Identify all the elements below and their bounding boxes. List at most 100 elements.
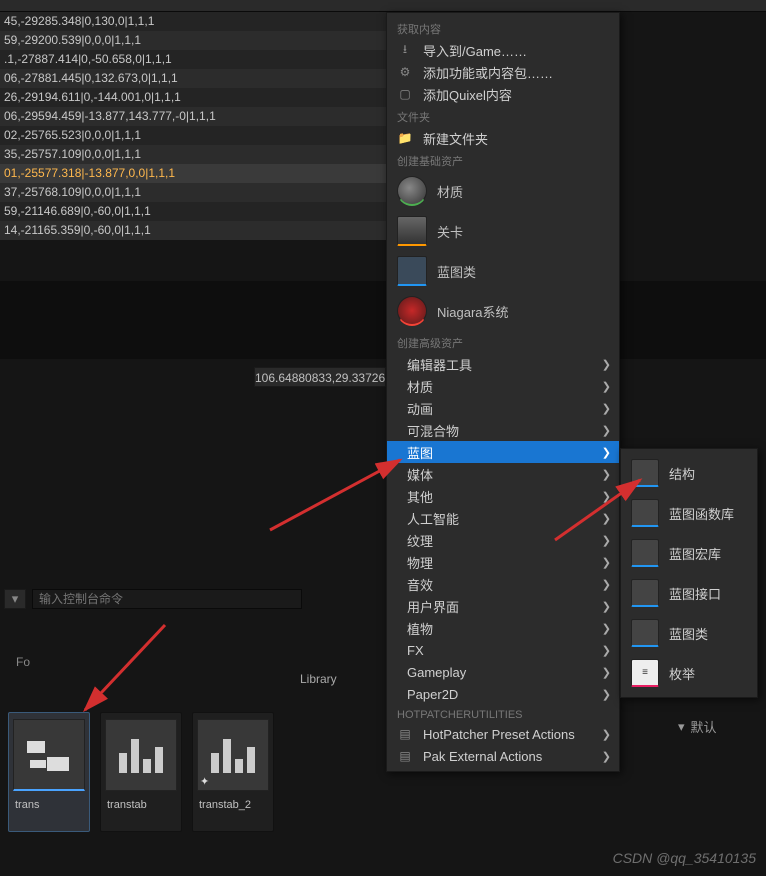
menu-item[interactable]: ▤Pak External Actions❯ xyxy=(387,745,619,767)
asset-thumbnails: trans transtab ✦ transtab_2 xyxy=(8,712,274,832)
menu-item-label: 添加功能或内容包…… xyxy=(423,63,553,82)
folder-label: Fo xyxy=(16,655,30,669)
list-row[interactable]: 02,-25765.523|0,0,0|1,1,1 xyxy=(0,126,386,145)
submenu-item-enum[interactable]: ≡ 枚举 xyxy=(621,653,757,693)
datatable-icon xyxy=(105,719,177,791)
submenu-item-iface[interactable]: 蓝图接口 xyxy=(621,573,757,613)
menu-item-label: 媒体 xyxy=(407,465,433,484)
menu-item[interactable]: ▢添加Quixel内容 xyxy=(387,83,619,105)
menu-section-header: 创建高级资产 xyxy=(387,331,619,353)
menu-item[interactable]: 用户界面❯ xyxy=(387,595,619,617)
menu-item[interactable]: 植物❯ xyxy=(387,617,619,639)
menu-item-label: 音效 xyxy=(407,575,433,594)
list-row[interactable]: 06,-29594.459|-13.877,143.777,-0|1,1,1 xyxy=(0,107,386,126)
asset-thumbnail[interactable]: transtab xyxy=(100,712,182,832)
menu-item-label: 导入到/Game…… xyxy=(423,41,527,60)
list-row[interactable]: 26,-29194.611|0,-144.001,0|1,1,1 xyxy=(0,88,386,107)
asset-menu-item[interactable]: 蓝图类 xyxy=(387,251,619,291)
struct-icon xyxy=(631,459,659,487)
submenu-item-func[interactable]: 蓝图函数库 xyxy=(621,493,757,533)
console-dropdown[interactable]: ▾ xyxy=(4,589,26,609)
submenu-item-macro[interactable]: 蓝图宏库 xyxy=(621,533,757,573)
menu-item[interactable]: 其他❯ xyxy=(387,485,619,507)
menu-item[interactable]: 媒体❯ xyxy=(387,463,619,485)
struct-icon xyxy=(13,719,85,791)
asset-item-label: Niagara系统 xyxy=(437,302,509,321)
menu-item[interactable]: ▤HotPatcher Preset Actions❯ xyxy=(387,723,619,745)
list-row[interactable]: 59,-29200.539|0,0,0|1,1,1 xyxy=(0,31,386,50)
submenu-item-struct[interactable]: 结构 xyxy=(621,453,757,493)
menu-item[interactable]: 材质❯ xyxy=(387,375,619,397)
datatable-icon: ✦ xyxy=(197,719,269,791)
menu-item[interactable]: 动画❯ xyxy=(387,397,619,419)
asset-menu-item[interactable]: 材质 xyxy=(387,171,619,211)
data-list-panel: 45,-29285.348|0,130,0|1,1,159,-29200.539… xyxy=(0,12,386,240)
menu-item-label: 可混合物 xyxy=(407,421,459,440)
chevron-right-icon: ❯ xyxy=(602,446,611,459)
list-row[interactable]: 59,-21146.689|0,-60,0|1,1,1 xyxy=(0,202,386,221)
window-title-bar xyxy=(0,0,766,12)
menu-item[interactable]: 纹理❯ xyxy=(387,529,619,551)
chevron-right-icon: ❯ xyxy=(602,688,611,701)
blueprint-submenu: 结构蓝图函数库蓝图宏库蓝图接口蓝图类 ≡ 枚举 xyxy=(620,448,758,698)
niag-icon xyxy=(397,296,427,326)
asset-thumbnail[interactable]: ✦ transtab_2 xyxy=(192,712,274,832)
list-row[interactable]: 37,-25768.109|0,0,0|1,1,1 xyxy=(0,183,386,202)
menu-item-label: FX xyxy=(407,643,424,658)
menu-item[interactable]: 📁 新建文件夹 xyxy=(387,127,619,149)
menu-item[interactable]: Paper2D ❯ xyxy=(387,683,619,705)
mat-icon xyxy=(397,176,427,206)
library-label: Library xyxy=(300,672,337,686)
list-row[interactable]: 14,-21165.359|0,-60,0|1,1,1 xyxy=(0,221,386,240)
chevron-down-icon: ▾ xyxy=(678,719,685,735)
iface-icon xyxy=(631,579,659,607)
list-row[interactable]: .1,-27887.414|0,-50.658,0|1,1,1 xyxy=(0,50,386,69)
menu-item-label: 物理 xyxy=(407,553,433,572)
asset-menu-item[interactable]: 关卡 xyxy=(387,211,619,251)
submenu-item-bp[interactable]: 蓝图类 xyxy=(621,613,757,653)
submenu-item-label: 结构 xyxy=(669,464,695,483)
download-icon: ⭳ xyxy=(397,42,413,58)
watermark: CSDN @qq_35410135 xyxy=(613,850,756,866)
menu-item-label: 编辑器工具 xyxy=(407,355,472,374)
menu-item-label: 纹理 xyxy=(407,531,433,550)
menu-item[interactable]: Gameplay❯ xyxy=(387,661,619,683)
thumbnail-label: trans xyxy=(13,799,85,811)
menu-section-header: HOTPATCHERUTILITIES xyxy=(387,705,619,723)
menu-item[interactable]: 编辑器工具 ❯ xyxy=(387,353,619,375)
list-row[interactable]: 35,-25757.109|0,0,0|1,1,1 xyxy=(0,145,386,164)
chevron-right-icon: ❯ xyxy=(602,644,611,657)
menu-item[interactable]: 物理❯ xyxy=(387,551,619,573)
default-label: 默认 xyxy=(691,717,717,736)
macro-icon xyxy=(631,539,659,567)
modified-badge-icon: ✦ xyxy=(200,775,209,788)
default-toggle[interactable]: ▾ 默认 xyxy=(678,717,717,736)
menu-item[interactable]: 人工智能❯ xyxy=(387,507,619,529)
menu-item[interactable]: FX ❯ xyxy=(387,639,619,661)
chevron-right-icon: ❯ xyxy=(602,424,611,437)
list-row[interactable]: 45,-29285.348|0,130,0|1,1,1 xyxy=(0,12,386,31)
enum-icon: ≡ xyxy=(631,659,659,687)
list-row[interactable]: 06,-27881.445|0,132.673,0|1,1,1 xyxy=(0,69,386,88)
asset-menu-item[interactable]: Niagara系统 xyxy=(387,291,619,331)
menu-item-label: 其他 xyxy=(407,487,433,506)
folder-icon: 📁 xyxy=(397,130,413,146)
menu-item[interactable]: 蓝图❯ xyxy=(387,441,619,463)
console-input[interactable] xyxy=(32,589,302,609)
func-icon xyxy=(631,499,659,527)
submenu-item-label: 枚举 xyxy=(669,664,695,683)
list-row[interactable]: 01,-25577.318|-13.877,0,0|1,1,1 xyxy=(0,164,386,183)
menu-item-label: 新建文件夹 xyxy=(423,129,488,148)
menu-item[interactable]: ⚙添加功能或内容包…… xyxy=(387,61,619,83)
asset-thumbnail[interactable]: trans xyxy=(8,712,90,832)
thumbnail-label: transtab_2 xyxy=(197,799,269,811)
chevron-right-icon: ❯ xyxy=(602,358,611,371)
menu-item[interactable]: 音效❯ xyxy=(387,573,619,595)
menu-item[interactable]: 可混合物 ❯ xyxy=(387,419,619,441)
menu-item[interactable]: ⭳ 导入到/Game…… xyxy=(387,39,619,61)
menu-section-header: 获取内容 xyxy=(387,17,619,39)
menu-item-label: Paper2D xyxy=(407,687,458,702)
menu-item-label: 用户界面 xyxy=(407,597,459,616)
coordinate-readout: 106.64880833,29.3372616 xyxy=(254,367,386,387)
menu-item-label: 添加Quixel内容 xyxy=(423,85,512,104)
